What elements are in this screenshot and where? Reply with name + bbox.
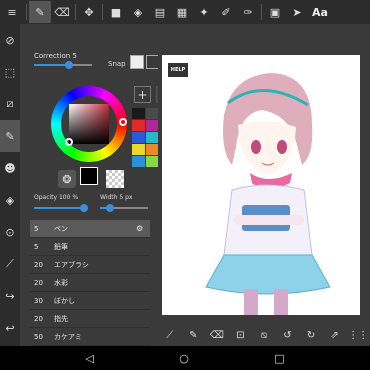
save-icon[interactable]: ⊡ — [232, 327, 248, 343]
brush-list-item[interactable]: 20 指先 — [30, 310, 150, 328]
opacity-label: Opacity 100 % — [34, 194, 79, 201]
material-icon[interactable]: ⊙ — [0, 216, 20, 248]
brush-size: 50 — [34, 332, 43, 341]
correction-slider[interactable] — [34, 61, 92, 69]
brush-panel: Correction 5 Snap + ❂ Opacity 100 % Widt… — [22, 24, 224, 346]
medibang-app: ≡ ✎ ⌫ ✥ ■ ◈ ▤ ▦ ✦ ✐ ✑ ▣ ➤ Aa ⊘ ⬚ ⧄ ✎ ☻ ◈ ⊙ ⟋ ↪ ↩ Correction 5… — [0, 0, 370, 370]
pen-icon[interactable]: ✎ — [185, 327, 201, 343]
opacity-knob[interactable] — [80, 204, 88, 212]
opacity-fill — [34, 207, 84, 209]
wand-icon[interactable]: ✦ — [193, 1, 215, 23]
color-swatch[interactable] — [132, 120, 145, 131]
width-label: Width 5 px — [100, 194, 133, 201]
correction-label: Correction 5 — [34, 52, 77, 60]
nav-back-icon[interactable]: ◁ — [85, 352, 93, 365]
eraser-icon[interactable]: ⌫ — [209, 327, 225, 343]
color-panel-icon[interactable]: ☻ — [0, 152, 20, 184]
left-toolbar: ⊘ ⬚ ⧄ ✎ ☻ ◈ ⊙ ⟋ ↪ ↩ — [0, 24, 20, 346]
brush-size: 20 — [34, 314, 43, 323]
brush-size: 5 — [34, 224, 39, 233]
text-tool-button[interactable]: Aa — [308, 1, 332, 23]
toolbar-divider — [261, 4, 262, 20]
nav-recent-icon[interactable]: □ — [274, 352, 284, 365]
edit-icon[interactable]: ⊘ — [0, 24, 20, 56]
canvas-area: HELP — [158, 24, 370, 346]
brush-list-item[interactable]: 50 カケアミ — [30, 328, 150, 346]
brush-list-item[interactable]: 30 ぼかし — [30, 292, 150, 310]
drawing-canvas[interactable]: HELP — [162, 55, 360, 315]
fill-shape-icon[interactable]: ■ — [105, 1, 127, 23]
help-button[interactable]: HELP — [168, 63, 188, 77]
move-icon[interactable]: ✥ — [78, 1, 100, 23]
background-color[interactable] — [106, 170, 124, 188]
brush-name: エアブラシ — [54, 260, 89, 269]
undo-icon[interactable]: ↺ — [280, 327, 296, 343]
toolbar-divider — [102, 4, 103, 20]
color-swatch[interactable] — [132, 156, 145, 167]
palette-icon[interactable]: ❂ — [58, 170, 76, 188]
toolbar-divider — [75, 4, 76, 20]
snap-mode-button[interactable] — [130, 55, 144, 69]
brush-size: 5 — [34, 242, 39, 251]
brush-name: ペン — [54, 224, 68, 233]
transform-icon[interactable]: ⧄ — [0, 88, 20, 120]
correction-knob[interactable] — [64, 61, 73, 69]
marquee-icon[interactable]: ⬚ — [0, 56, 20, 88]
snap-label: Snap — [108, 60, 126, 68]
brush-name: 指先 — [54, 314, 68, 323]
redo-icon[interactable]: ↻ — [303, 327, 319, 343]
width-slider[interactable] — [100, 204, 148, 212]
brush-size: 30 — [34, 296, 43, 305]
nav-home-icon[interactable]: ○ — [179, 352, 189, 365]
frame-icon[interactable]: ▣ — [264, 1, 286, 23]
eyedropper-icon[interactable]: ⟋ — [162, 327, 178, 343]
bucket-icon[interactable]: ◈ — [127, 1, 149, 23]
brush-name: 水彩 — [54, 278, 68, 287]
eyedropper-icon[interactable]: ⟋ — [0, 248, 20, 280]
color-wheel[interactable] — [51, 86, 127, 162]
brush-name: 鉛筆 — [54, 242, 68, 251]
saturation-square[interactable] — [69, 104, 109, 144]
add-color-button[interactable]: + — [134, 86, 151, 103]
brush-list-item[interactable]: 20 水彩 — [30, 274, 150, 292]
toolbar-divider — [26, 4, 27, 20]
eraser-icon[interactable]: ⌫ — [51, 1, 73, 23]
pen-icon[interactable]: ✎ — [29, 1, 51, 23]
color-swatch[interactable] — [132, 132, 145, 143]
brush-size: 20 — [34, 278, 43, 287]
menu-icon[interactable]: ≡ — [0, 1, 24, 23]
hue-knob[interactable] — [119, 118, 127, 126]
top-toolbar: ≡ ✎ ⌫ ✥ ■ ◈ ▤ ▦ ✦ ✐ ✑ ▣ ➤ Aa — [0, 0, 370, 24]
layer-panel-icon[interactable]: ◈ — [0, 184, 20, 216]
gradient-icon[interactable]: ▤ — [149, 1, 171, 23]
color-swatch[interactable] — [132, 108, 145, 119]
artwork-illustration — [205, 73, 331, 315]
layer-clear-icon[interactable]: ⧅ — [256, 327, 272, 343]
brush-settings-gear-icon[interactable]: ⚙ — [136, 224, 150, 233]
foreground-color[interactable] — [80, 167, 98, 185]
width-knob[interactable] — [105, 204, 114, 212]
grid-menu-icon[interactable]: ⋮⋮ — [348, 327, 368, 343]
select-pen-icon[interactable]: ✐ — [215, 1, 237, 23]
color-swatch[interactable] — [132, 144, 145, 155]
share-icon[interactable]: ↪ — [0, 280, 20, 312]
android-nav-bar: ◁ ○ □ — [0, 346, 370, 370]
brush-size: 20 — [34, 260, 43, 269]
undo-icon[interactable]: ↩ — [0, 312, 20, 344]
brush-list-item[interactable]: 20 エアブラシ — [30, 256, 150, 274]
cursor-icon[interactable]: ➤ — [286, 1, 308, 23]
brush-list-item[interactable]: 5 鉛筆 — [30, 238, 150, 256]
select-icon[interactable]: ▦ — [171, 1, 193, 23]
correction-fill — [34, 64, 69, 66]
opacity-slider[interactable] — [34, 204, 88, 212]
bottom-toolbar: ⟋ ✎ ⌫ ⊡ ⧅ ↺ ↻ ⇗ ⋮⋮ — [158, 324, 370, 346]
brush-panel-icon[interactable]: ✎ — [0, 120, 20, 152]
select-eraser-icon[interactable]: ✑ — [237, 1, 259, 23]
brush-name: ぼかし — [54, 296, 75, 305]
brush-list-item[interactable]: 5 ペン ⚙ — [30, 220, 150, 238]
export-icon[interactable]: ⇗ — [327, 327, 343, 343]
brush-name: カケアミ — [54, 332, 82, 341]
shade-knob[interactable] — [65, 138, 73, 146]
brush-list: 5 ペン ⚙ 5 鉛筆 20 エアブラシ 20 水彩 30 ぼかし 20 指先 50 カケアミ — [30, 220, 150, 346]
